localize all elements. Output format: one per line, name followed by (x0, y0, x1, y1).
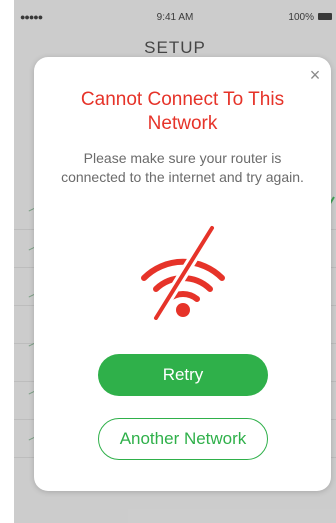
dialog-message: Please make sure your router is connecte… (61, 150, 304, 185)
dialog-title: Cannot Connect To This Network (80, 89, 285, 134)
error-dialog: × Cannot Connect To This Network Please … (34, 57, 331, 491)
wifi-off-icon (141, 224, 225, 320)
another-network-button[interactable]: Another Network (98, 418, 268, 460)
close-button[interactable]: × (305, 65, 325, 85)
retry-button[interactable]: Retry (98, 354, 268, 396)
phone-screen: ●●●●● 9:41 AM 100% SETUP × Cannot Connec… (0, 0, 336, 523)
